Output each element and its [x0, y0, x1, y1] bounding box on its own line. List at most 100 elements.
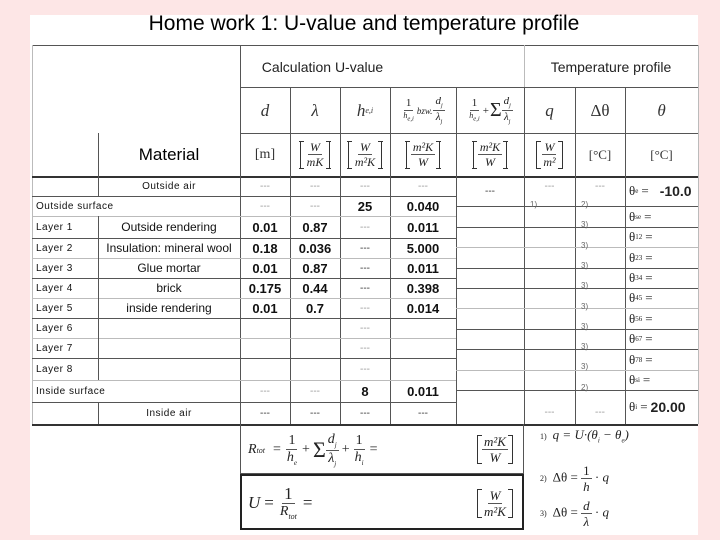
delta-theta-bottom: --- [595, 406, 605, 418]
cell-d[interactable]: 0.01 [240, 258, 290, 278]
theta-field[interactable]: θ e = -10.0 [629, 176, 696, 206]
d: Rtot [279, 504, 297, 521]
material-name[interactable]: Inside air [98, 402, 240, 424]
material-name[interactable]: inside rendering [98, 298, 240, 318]
cell-lambda[interactable]: 0.87 [290, 258, 340, 278]
cell-d[interactable] [240, 338, 290, 358]
cell-r[interactable] [390, 318, 456, 338]
equals-sign: = [645, 249, 653, 265]
r-total-unit: m²K W [470, 426, 520, 472]
row-label: Inside surface [36, 385, 106, 397]
note-formula: Δθ = 1h · q [552, 462, 609, 494]
cell-d[interactable] [240, 358, 290, 380]
cell-h: --- [360, 262, 370, 274]
cell-d[interactable] [240, 318, 290, 338]
cell-d[interactable]: 0.01 [240, 298, 290, 318]
d: h [583, 478, 590, 494]
unit-cumulative-sum: m²K W [456, 133, 524, 176]
col-header-theta: θ [657, 100, 666, 120]
unit-den: m²K [354, 155, 376, 169]
row-label: Layer 6 [36, 322, 73, 334]
theta-field[interactable]: θ 78 = [629, 349, 696, 370]
unit-frac: Wm²K [482, 489, 508, 518]
col-header-d: d [260, 100, 270, 120]
cell-d: --- [260, 180, 270, 192]
cell-h[interactable]: 8 [340, 380, 390, 402]
cell-r[interactable] [390, 358, 456, 380]
material-name[interactable]: brick [98, 278, 240, 298]
note-2: 2) Δθ = 1h · q [540, 463, 609, 493]
frac: 1 Rtot [278, 485, 299, 521]
material-name[interactable]: Outside air [98, 176, 240, 196]
theta-subscript: 67 [635, 335, 643, 343]
frac-den: he,i [469, 110, 480, 123]
cell-r[interactable] [390, 338, 456, 358]
row-label: Layer 4 [36, 282, 73, 294]
n: dj [325, 431, 339, 451]
theta-field[interactable]: θ 34 = [629, 268, 696, 288]
unit-num: m²K [477, 140, 503, 155]
cell-r[interactable]: 0.011 [390, 216, 456, 238]
cell-lambda[interactable]: 0.7 [290, 298, 340, 318]
table-top-border [32, 45, 698, 46]
cell-lambda[interactable] [290, 318, 340, 338]
theta-field[interactable]: θ se = [629, 206, 696, 227]
theta-value: 20.00 [650, 399, 686, 415]
theta-field[interactable]: θ 56 = [629, 308, 696, 329]
cell-lambda[interactable] [290, 358, 340, 380]
material-name[interactable] [98, 318, 240, 338]
theta-field[interactable]: θ 23 = [629, 247, 696, 268]
q-bottom: --- [544, 406, 555, 418]
cell-r[interactable]: 0.014 [390, 298, 456, 318]
eq: = [369, 442, 378, 457]
cell-r[interactable]: 0.011 [390, 258, 456, 278]
cell-h[interactable]: 25 [340, 196, 390, 216]
equals-sign: = [641, 183, 649, 198]
row-label: Layer 2 [36, 242, 73, 254]
delta-theta-step-label: 2) [581, 200, 589, 209]
delta-theta-step-label: 3) [581, 220, 589, 230]
cell-d[interactable]: 0.01 [240, 216, 290, 238]
cell-r[interactable]: 5.000 [390, 238, 456, 258]
unit-den: W [418, 155, 428, 169]
theta-field[interactable]: θ si = [629, 370, 696, 390]
theta-value: -10.0 [659, 183, 692, 199]
cell-r[interactable]: 0.040 [390, 196, 456, 216]
unit-frac: Wm²K [353, 141, 377, 168]
theta-field[interactable]: θ 45 = [629, 288, 696, 308]
theta-field[interactable]: θ i = 20.00 [629, 390, 696, 424]
delta-theta-step-label: 3) [581, 301, 589, 311]
sigma-symbol: Σ [489, 99, 502, 121]
cell-lambda[interactable]: 0.87 [290, 216, 340, 238]
frac-num: dj [501, 94, 513, 111]
unit-bracket: m²K W [405, 141, 441, 169]
cell-lambda[interactable] [290, 338, 340, 358]
cell-d[interactable]: 0.175 [240, 278, 290, 298]
cell-d: --- [260, 385, 270, 397]
material-name[interactable] [98, 358, 240, 380]
frac-num: 1 [469, 96, 480, 111]
unit-q: Wm² [524, 133, 575, 176]
cell-lambda[interactable]: 0.036 [290, 238, 340, 258]
cell-r[interactable]: 0.011 [390, 380, 456, 402]
cell-r[interactable]: 0.398 [390, 278, 456, 298]
theta-field[interactable]: θ 67 = [629, 329, 696, 349]
theta-field[interactable]: θ 12 = [629, 227, 696, 247]
equals-sign: = [645, 290, 653, 305]
delta-theta-step-label: 2) [581, 382, 589, 392]
theta-subscript: si [635, 376, 640, 384]
material-name[interactable]: Insulation: mineral wool [98, 238, 240, 258]
unit-bracket: Wm² [535, 141, 564, 169]
row-label [36, 176, 94, 196]
unit-d: [m] [254, 146, 276, 162]
plus-sign: + [482, 104, 489, 117]
equals-sign: = [645, 270, 653, 285]
delta-theta-step-label: 3) [581, 321, 589, 331]
d: he [286, 449, 298, 467]
cell-d[interactable]: 0.18 [240, 238, 290, 258]
material-name[interactable] [98, 338, 240, 358]
material-name[interactable]: Glue mortar [98, 258, 240, 278]
plus: + [302, 442, 310, 457]
material-name[interactable]: Outside rendering [98, 216, 240, 238]
cell-lambda[interactable]: 0.44 [290, 278, 340, 298]
